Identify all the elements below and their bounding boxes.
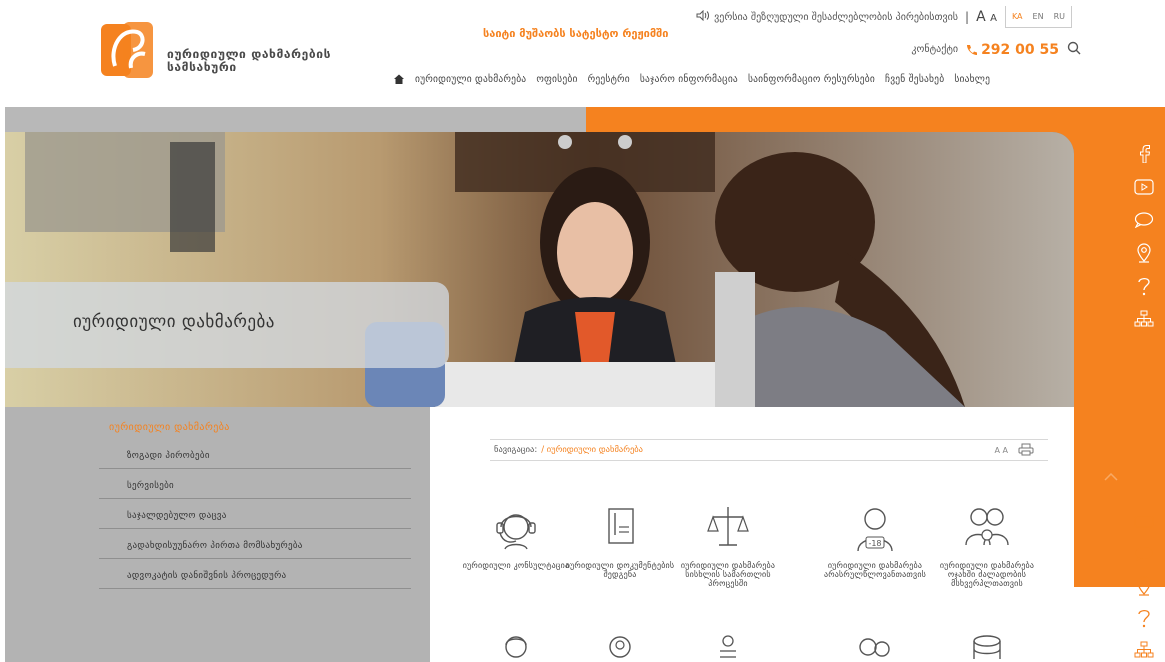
font-big-label: A: [976, 9, 986, 25]
divider: |: [965, 10, 970, 24]
top-bar: ვერსია შეზღუდული შესაძლებლობის პირებისთვ…: [696, 6, 1072, 28]
document-icon: [608, 508, 634, 544]
lang-ru[interactable]: RU: [1054, 12, 1065, 21]
logo-text-line2: სამსახური: [167, 60, 237, 74]
phone-number[interactable]: 292 00 55: [966, 42, 1059, 58]
sidebar: იურიდიული დახმარება ზოგადი პირობები სერვ…: [5, 407, 430, 662]
svg-text:-18: -18: [868, 539, 881, 548]
home-icon[interactable]: [393, 73, 405, 85]
sidebar-item-services[interactable]: სერვისები: [99, 469, 411, 499]
service-label: იურიდიული დახმარება არასრულწლოვანთათვის: [823, 561, 927, 579]
page: იურიდიული დახმარების სამსახური საიტი მუშ…: [0, 0, 1165, 662]
service-label: იურიდიული დახმარება ოჯახში ძალადობის მსხ…: [939, 561, 1035, 588]
sidebar-menu: ზოგადი პირობები სერვისები საჯალდებულო და…: [99, 439, 411, 589]
service-documents[interactable]: იურიდიული დოკუმენტების შედგენა: [560, 505, 680, 579]
question-icon[interactable]: [1134, 608, 1154, 628]
nav-item-public-info[interactable]: საჯარო ინფორმაცია: [640, 74, 738, 85]
sidebar-item-lawyer-appointment[interactable]: ადვოკატის დანიშვნის პროცედურა: [99, 559, 411, 589]
nav-item-resources[interactable]: საინფორმაციო რესურსები: [748, 74, 875, 85]
phone-number-text: 292 00 55: [981, 41, 1059, 58]
service-row2-item-4[interactable]: [815, 633, 935, 662]
nav-item-news[interactable]: სიახლე: [954, 74, 990, 85]
youtube-icon[interactable]: [1134, 512, 1154, 532]
service-domestic-violence[interactable]: იურიდიული დახმარება ოჯახში ძალადობის მსხ…: [927, 505, 1047, 588]
user-circle-icon: [609, 636, 631, 658]
service-label: იურიდიული კონსულტაცია: [462, 561, 570, 570]
sitemap-icon[interactable]: [1134, 309, 1154, 329]
sitemap-icon[interactable]: [1134, 640, 1154, 660]
main-content: ნავიგაცია: / იურიდიული დახმარება A A იურ…: [430, 407, 1074, 662]
facebook-icon[interactable]: [1134, 144, 1154, 164]
service-row2-item-2[interactable]: [560, 633, 680, 662]
breadcrumb: ნავიგაცია: / იურიდიული დახმარება A A: [490, 439, 1048, 461]
social-bar-top: [1132, 144, 1156, 342]
social-bar-bottom: [1132, 512, 1156, 662]
database-icon: [973, 635, 1001, 659]
service-consultation[interactable]: იურიდიული კონსულტაცია: [456, 505, 576, 570]
service-row2-item-1[interactable]: [456, 633, 576, 662]
sidebar-item-mandatory-defense[interactable]: საჯალდებულო დაცვა: [99, 499, 411, 529]
lang-ka[interactable]: KA: [1012, 12, 1023, 21]
family-icon: [965, 508, 1009, 546]
chat-icon[interactable]: [1134, 544, 1154, 564]
service-label: იურიდიული დოკუმენტების შედგენა: [565, 561, 675, 579]
hero-title-panel: იურიდიული დახმარება: [5, 282, 449, 368]
location-icon[interactable]: [1134, 576, 1154, 596]
font-size-toggle[interactable]: A A: [976, 9, 997, 25]
speaker-icon: [696, 9, 710, 24]
test-mode-notice: საიტი მუშაობს სატესტო რეჟიმში: [483, 27, 669, 40]
font-size-tool[interactable]: A A: [995, 446, 1009, 455]
location-icon[interactable]: [1134, 243, 1154, 263]
settings-list-icon: [720, 635, 736, 658]
language-switcher: KA EN RU: [1004, 6, 1072, 28]
question-icon[interactable]: [1134, 276, 1154, 296]
service-row2-item-3[interactable]: [668, 633, 788, 662]
headset-icon: [496, 514, 536, 550]
minor-icon: -18: [857, 508, 893, 552]
sidebar-item-general-conditions[interactable]: ზოგადი პირობები: [99, 439, 411, 469]
site-logo[interactable]: იურიდიული დახმარების სამსახური: [93, 18, 363, 88]
logo-text: იურიდიული დახმარების სამსახური: [167, 48, 331, 74]
breadcrumb-label: ნავიგაცია:: [494, 445, 538, 455]
search-icon[interactable]: [1067, 40, 1081, 59]
scales-icon: [707, 507, 749, 546]
youtube-icon[interactable]: [1134, 177, 1154, 197]
service-minors[interactable]: -18 იურიდიული დახმარება არასრულწლოვანთათ…: [815, 505, 935, 579]
hero-title: იურიდიული დახმარება: [73, 312, 275, 332]
service-label: იურიდიული დახმარება სისხლის სამართლის პრ…: [680, 561, 776, 588]
accessibility-link[interactable]: ვერსია შეზღუდული შესაძლებლობის პირებისთვ…: [696, 9, 959, 24]
contact-block: კონტაქტი 292 00 55: [911, 40, 1081, 59]
nav-item-offices[interactable]: ოფისები: [536, 74, 577, 85]
people-icon: [859, 638, 890, 657]
main-nav: იურიდიული დახმარება ოფისები რეესტრი საჯა…: [393, 73, 990, 85]
print-icon[interactable]: [1018, 443, 1034, 458]
sidebar-item-insolvent-persons[interactable]: გადახდისუუნარო პირთა მომსახურება: [99, 529, 411, 559]
person-icon: [505, 636, 527, 658]
font-small-label: A: [990, 13, 997, 24]
contact-label[interactable]: კონტაქტი: [911, 44, 958, 55]
breadcrumb-current[interactable]: / იურიდიული დახმარება: [541, 445, 643, 455]
nav-item-about[interactable]: ჩვენ შესახებ: [885, 74, 944, 85]
phone-icon: [967, 44, 978, 55]
nav-item-legal-aid[interactable]: იურიდიული დახმარება: [415, 74, 526, 85]
nav-item-registry[interactable]: რეესტრი: [588, 74, 630, 85]
chat-icon[interactable]: [1134, 210, 1154, 230]
content-tools: A A: [995, 443, 1035, 458]
sidebar-heading[interactable]: იურიდიული დახმარება: [109, 422, 230, 433]
service-row2-item-5[interactable]: [927, 633, 1047, 662]
accessibility-text: ვერსია შეზღუდული შესაძლებლობის პირებისთვ…: [714, 11, 959, 23]
service-criminal-process[interactable]: იურიდიული დახმარება სისხლის სამართლის პრ…: [668, 505, 788, 588]
scroll-up-icon[interactable]: [1104, 466, 1118, 485]
lang-en[interactable]: EN: [1033, 12, 1044, 21]
logo-mark-icon: [101, 22, 153, 78]
